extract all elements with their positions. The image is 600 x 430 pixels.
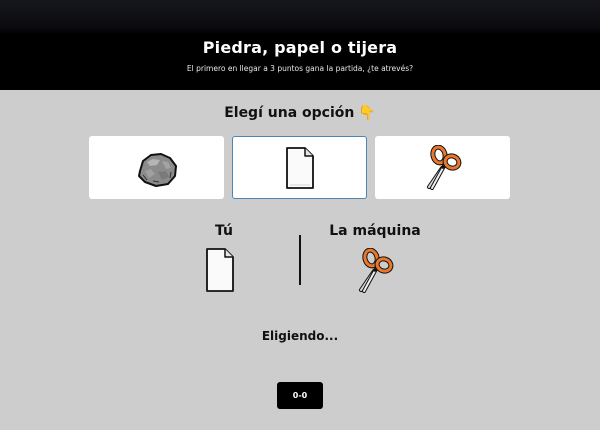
paper-icon — [285, 146, 314, 189]
status-text: Eligiendo... — [261, 329, 339, 343]
rock-icon — [137, 152, 177, 187]
choose-prompt-text: Elegí una opción — [224, 105, 355, 121]
option-rock-button[interactable] — [89, 136, 224, 199]
page-subtitle: El primero en llegar a 3 puntos gana la … — [186, 64, 414, 73]
machine-choice — [355, 247, 395, 298]
option-paper-button[interactable] — [232, 136, 367, 199]
player-label-machine: La máquina — [329, 223, 421, 239]
players-divider — [299, 235, 301, 285]
option-scissors-button[interactable] — [375, 136, 510, 199]
player-label-you: Tú — [215, 223, 233, 239]
you-choice — [203, 246, 237, 298]
scissors-icon — [359, 247, 394, 293]
score-badge: 0-0 — [277, 382, 323, 409]
scissors-icon — [426, 144, 461, 190]
page-title: Piedra, papel o tijera — [202, 38, 398, 57]
choose-prompt: Elegí una opción 👇 — [0, 105, 600, 121]
header-bar: Piedra, papel o tijera El primero en lle… — [0, 0, 600, 90]
paper-icon — [206, 248, 234, 292]
pointing-down-icon: 👇 — [358, 105, 376, 121]
game-page: Piedra, papel o tijera El primero en lle… — [0, 0, 600, 430]
